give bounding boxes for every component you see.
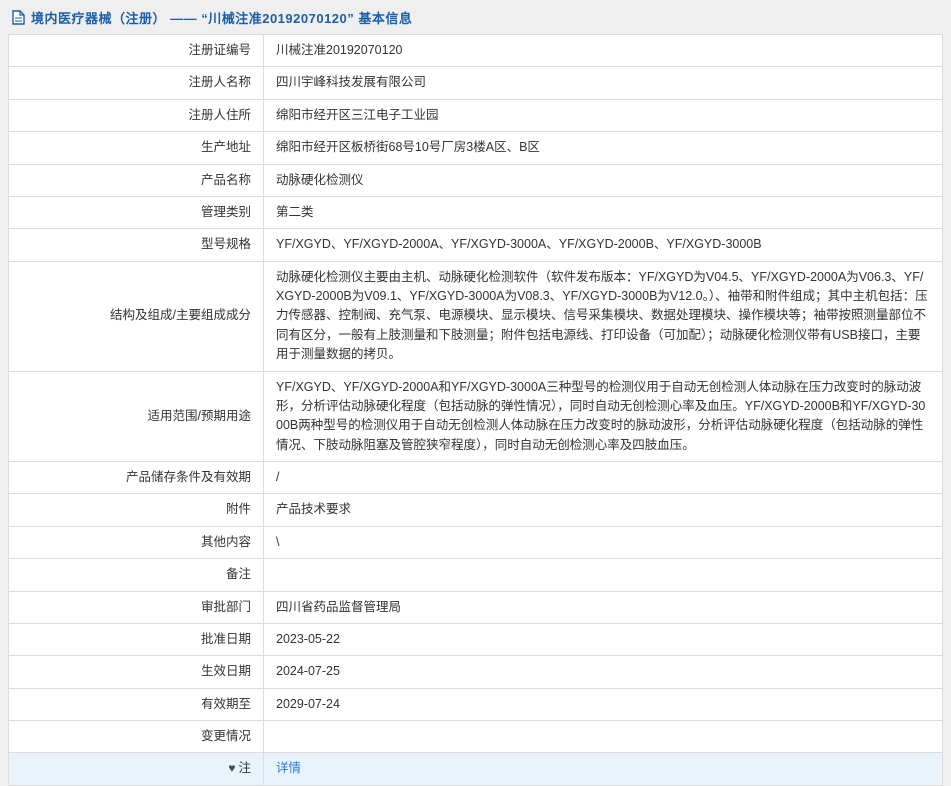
row-label: 注册证编号 [9,35,264,67]
row-value: 川械注准20192070120 [264,35,943,67]
table-row: 型号规格 YF/XGYD、YF/XGYD-2000A、YF/XGYD-3000A… [9,229,943,261]
row-value [264,559,943,591]
row-label: 备注 [9,559,264,591]
row-label: ♥注 [9,753,264,785]
row-value: \ [264,526,943,558]
table-row: 适用范围/预期用途 YF/XGYD、YF/XGYD-2000A和YF/XGYD-… [9,371,943,462]
table-row: 注册人名称 四川宇峰科技发展有限公司 [9,67,943,99]
table-row: 批准日期 2023-05-22 [9,623,943,655]
detail-link[interactable]: 详情 [276,761,301,775]
row-label: 结构及组成/主要组成成分 [9,261,264,371]
row-value: 2023-05-22 [264,623,943,655]
row-value: 第二类 [264,196,943,228]
row-label: 批准日期 [9,623,264,655]
row-label: 注册人住所 [9,99,264,131]
table-row: 生效日期 2024-07-25 [9,656,943,688]
row-value: 绵阳市经开区三江电子工业园 [264,99,943,131]
row-value: 产品技术要求 [264,494,943,526]
row-value: 动脉硬化检测仪 [264,164,943,196]
table-row: 备注 [9,559,943,591]
row-value: YF/XGYD、YF/XGYD-2000A、YF/XGYD-3000A、YF/X… [264,229,943,261]
page-header: 境内医疗器械（注册） —— “川械注准20192070120” 基本信息 [0,0,951,34]
row-value: 详情 [264,753,943,785]
table-row: 产品名称 动脉硬化检测仪 [9,164,943,196]
row-label: 适用范围/预期用途 [9,371,264,462]
row-label: 其他内容 [9,526,264,558]
table-row: 管理类别 第二类 [9,196,943,228]
row-label: 型号规格 [9,229,264,261]
table-row: 结构及组成/主要组成成分 动脉硬化检测仪主要由主机、动脉硬化检测软件（软件发布版… [9,261,943,371]
row-value: 绵阳市经开区板桥街68号10号厂房3楼A区、B区 [264,132,943,164]
row-value: 2029-07-24 [264,688,943,720]
note-icon: ♥ [228,759,235,778]
info-table-wrapper: 注册证编号 川械注准20192070120 注册人名称 四川宇峰科技发展有限公司… [0,34,951,786]
row-label: 产品储存条件及有效期 [9,462,264,494]
table-row: 注册人住所 绵阳市经开区三江电子工业园 [9,99,943,131]
table-row: 生产地址 绵阳市经开区板桥街68号10号厂房3楼A区、B区 [9,132,943,164]
row-label: 变更情况 [9,721,264,753]
table-row: 审批部门 四川省药品监督管理局 [9,591,943,623]
row-label: 管理类别 [9,196,264,228]
page-title: 境内医疗器械（注册） —— “川械注准20192070120” 基本信息 [31,8,412,27]
row-label: 附件 [9,494,264,526]
table-row: ♥注 详情 [9,753,943,785]
row-value: / [264,462,943,494]
row-label: 注册人名称 [9,67,264,99]
row-value: 动脉硬化检测仪主要由主机、动脉硬化检测软件（软件发布版本：YF/XGYD为V04… [264,261,943,371]
table-row: 变更情况 [9,721,943,753]
info-table: 注册证编号 川械注准20192070120 注册人名称 四川宇峰科技发展有限公司… [8,34,943,786]
table-row: 其他内容 \ [9,526,943,558]
row-label: 生效日期 [9,656,264,688]
row-label: 审批部门 [9,591,264,623]
document-icon [12,10,25,25]
row-label: 产品名称 [9,164,264,196]
table-row: 有效期至 2029-07-24 [9,688,943,720]
row-value: 四川宇峰科技发展有限公司 [264,67,943,99]
row-label: 生产地址 [9,132,264,164]
row-value: YF/XGYD、YF/XGYD-2000A和YF/XGYD-3000A三种型号的… [264,371,943,462]
table-row: 注册证编号 川械注准20192070120 [9,35,943,67]
row-label: 有效期至 [9,688,264,720]
row-value [264,721,943,753]
page: 境内医疗器械（注册） —— “川械注准20192070120” 基本信息 注册证… [0,0,951,786]
row-value: 2024-07-25 [264,656,943,688]
table-row: 产品储存条件及有效期 / [9,462,943,494]
row-value: 四川省药品监督管理局 [264,591,943,623]
table-row: 附件 产品技术要求 [9,494,943,526]
